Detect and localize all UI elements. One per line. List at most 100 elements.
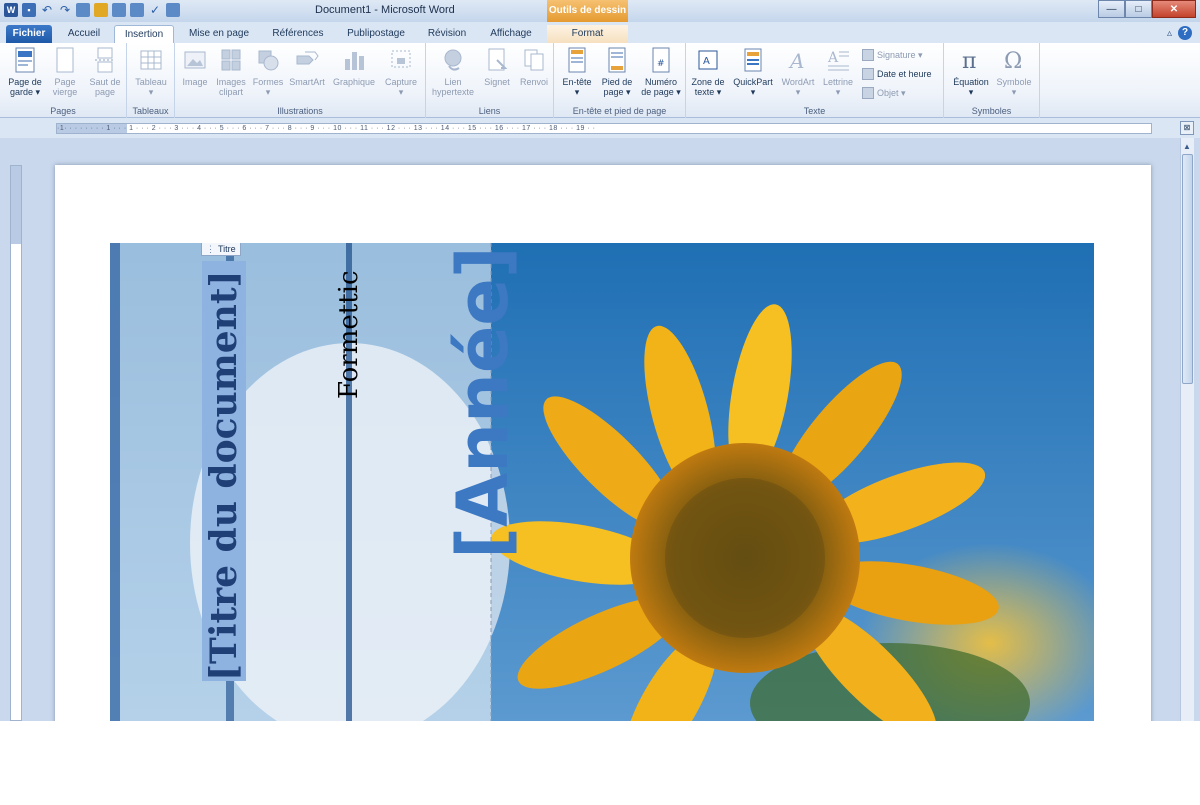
page-number-button[interactable]: # Numéro de page ▾	[638, 46, 684, 97]
screenshot-icon	[391, 50, 411, 68]
hyperlink-button[interactable]: Lien hypertexte	[430, 46, 476, 97]
symbol-button[interactable]: Ω Symbole ▾	[994, 46, 1034, 97]
close-button[interactable]: ✕	[1152, 0, 1196, 18]
cross-reference-icon	[524, 49, 544, 71]
shapes-button[interactable]: Formes ▾	[251, 46, 285, 97]
bookmark-icon	[488, 48, 508, 71]
date-time-button[interactable]: Date et heure	[862, 66, 932, 82]
print-preview-icon[interactable]	[130, 3, 144, 17]
symbol-label-2: ▾	[1011, 87, 1017, 97]
vertical-ruler[interactable]	[10, 165, 22, 721]
customize-toolbar-icon[interactable]	[166, 3, 180, 17]
group-illustrations-label: Illustrations	[277, 106, 323, 116]
group-tableaux-label: Tableaux	[132, 106, 169, 116]
help-area: ▵ ?	[1167, 26, 1192, 40]
vertical-ruler-margin	[11, 166, 21, 244]
smartart-button[interactable]: SmartArt	[287, 46, 327, 87]
tab-revision[interactable]: Révision	[418, 25, 476, 43]
redo-icon[interactable]: ↷	[58, 3, 72, 17]
open-folder-icon[interactable]	[94, 3, 108, 17]
text-box-icon: A	[698, 50, 718, 70]
tab-format[interactable]: Format	[547, 25, 628, 43]
text-box-button[interactable]: A Zone de texte ▾	[688, 46, 728, 97]
tab-insertion[interactable]: Insertion	[114, 25, 174, 43]
header-button[interactable]: En-tête ▾	[558, 46, 596, 97]
chart-button[interactable]: Graphique	[329, 46, 379, 87]
help-icon[interactable]: ?	[1178, 26, 1192, 40]
object-icon	[862, 87, 874, 99]
minimize-ribbon-icon[interactable]: ▵	[1167, 28, 1172, 39]
ruler-ticks: ·1· · · · · · · · 1 · · · 1 · · · 2 · · …	[57, 125, 596, 132]
screenshot-button[interactable]: Capture ▾	[381, 46, 421, 97]
group-liens-label: Liens	[478, 106, 501, 116]
group-illustrations: Image Images clipart Formes ▾ SmartArt G…	[175, 43, 426, 118]
cross-reference-button[interactable]: Renvoi	[516, 46, 552, 87]
document-title-placeholder[interactable]: [Titre du document]	[202, 261, 246, 681]
page-break-button[interactable]: Saut de page	[86, 46, 124, 97]
cover-page-label-2: garde ▾	[9, 87, 41, 97]
year-placeholder[interactable]: [Année]	[438, 246, 528, 559]
drag-handle-icon[interactable]: ⋮	[206, 244, 215, 254]
table-button[interactable]: Tableau ▾	[131, 46, 171, 97]
group-pages: Page de garde ▾ Page vierge Saut de page…	[0, 43, 127, 118]
minimize-button[interactable]: —	[1098, 0, 1125, 18]
view-ruler-button[interactable]: ⊠	[1180, 121, 1194, 135]
print-icon[interactable]	[112, 3, 126, 17]
footer-button[interactable]: Pied de page ▾	[598, 46, 636, 97]
spelling-icon[interactable]: ✓	[148, 3, 162, 17]
blank-page-label-1: Page	[54, 77, 76, 87]
quickpart-button[interactable]: QuickPart ▾	[730, 46, 776, 97]
image-label-1: Image	[182, 77, 208, 87]
page-number-label-2: de page ▾	[641, 87, 681, 97]
document-page[interactable]: [Titre du document] Formettic [Année] ⋮ T…	[55, 165, 1151, 721]
page-number-label-1: Numéro	[644, 77, 677, 87]
drop-cap-label-2: ▾	[835, 87, 841, 97]
save-icon[interactable]: ▪	[22, 3, 36, 17]
undo-icon[interactable]: ↶	[40, 3, 54, 17]
wordart-button[interactable]: A WordArt ▾	[778, 46, 818, 97]
bookmark-button[interactable]: Signet	[480, 46, 514, 87]
hyperlink-label-2: hypertexte	[431, 87, 475, 97]
clipart-button[interactable]: Images clipart	[213, 46, 249, 97]
signature-label: Signature ▾	[877, 50, 923, 60]
tab-affichage[interactable]: Affichage	[480, 25, 542, 43]
image-icon	[184, 51, 206, 69]
maximize-button[interactable]: □	[1125, 0, 1152, 18]
image-button[interactable]: Image	[179, 46, 211, 87]
cover-page-design[interactable]: [Titre du document] Formettic [Année] ⋮ T…	[110, 243, 1094, 721]
tab-references[interactable]: Références	[262, 25, 334, 43]
new-document-icon[interactable]	[76, 3, 90, 17]
wordart-label-1: WordArt	[781, 77, 815, 87]
word-logo-icon[interactable]: W	[4, 3, 18, 17]
horizontal-ruler[interactable]: ·1· · · · · · · · 1 · · · 1 · · · 2 · · …	[56, 123, 1152, 134]
hyperlink-label-1: Lien	[444, 77, 462, 87]
cover-page-button[interactable]: Page de garde ▾	[6, 46, 44, 97]
tab-publipostage[interactable]: Publipostage	[338, 25, 414, 43]
table-label-2: ▾	[148, 87, 154, 97]
object-button[interactable]: Objet ▾	[862, 85, 906, 101]
page-break-label-2: page	[94, 87, 116, 97]
blank-page-button[interactable]: Page vierge	[48, 46, 82, 97]
page-break-label-1: Saut de	[89, 77, 121, 87]
equation-button[interactable]: π Équation ▾	[948, 46, 994, 97]
tab-accueil[interactable]: Accueil	[58, 25, 110, 43]
group-liens: Lien hypertexte Signet Renvoi Liens	[426, 43, 554, 118]
screenshot-label-1: Capture	[384, 77, 418, 87]
vertical-scrollbar[interactable]: ▲	[1180, 138, 1194, 721]
clipart-icon	[221, 49, 241, 71]
text-box-label-2: texte ▾	[694, 87, 722, 97]
signature-line-button[interactable]: Signature ▾	[862, 47, 923, 63]
word-window: W ▪ ↶ ↷ ✓ Document1 - Microsoft Word Out…	[0, 0, 1200, 721]
company-name[interactable]: Formettic	[331, 259, 367, 399]
tab-mise-en-page[interactable]: Mise en page	[180, 25, 258, 43]
drop-cap-button[interactable]: A Lettrine ▾	[818, 46, 858, 97]
footer-label-2: page ▾	[603, 87, 631, 97]
title-content-control-tag[interactable]: ⋮ Titre	[201, 243, 241, 256]
object-label: Objet ▾	[877, 88, 906, 98]
chart-icon	[345, 52, 364, 70]
horizontal-ruler-area: ·1· · · · · · · · 1 · · · 1 · · · 2 · · …	[0, 118, 1200, 138]
scroll-up-icon[interactable]: ▲	[1183, 142, 1191, 151]
footer-icon	[608, 47, 626, 73]
scrollbar-thumb[interactable]	[1182, 154, 1193, 384]
tab-fichier[interactable]: Fichier	[6, 25, 52, 43]
